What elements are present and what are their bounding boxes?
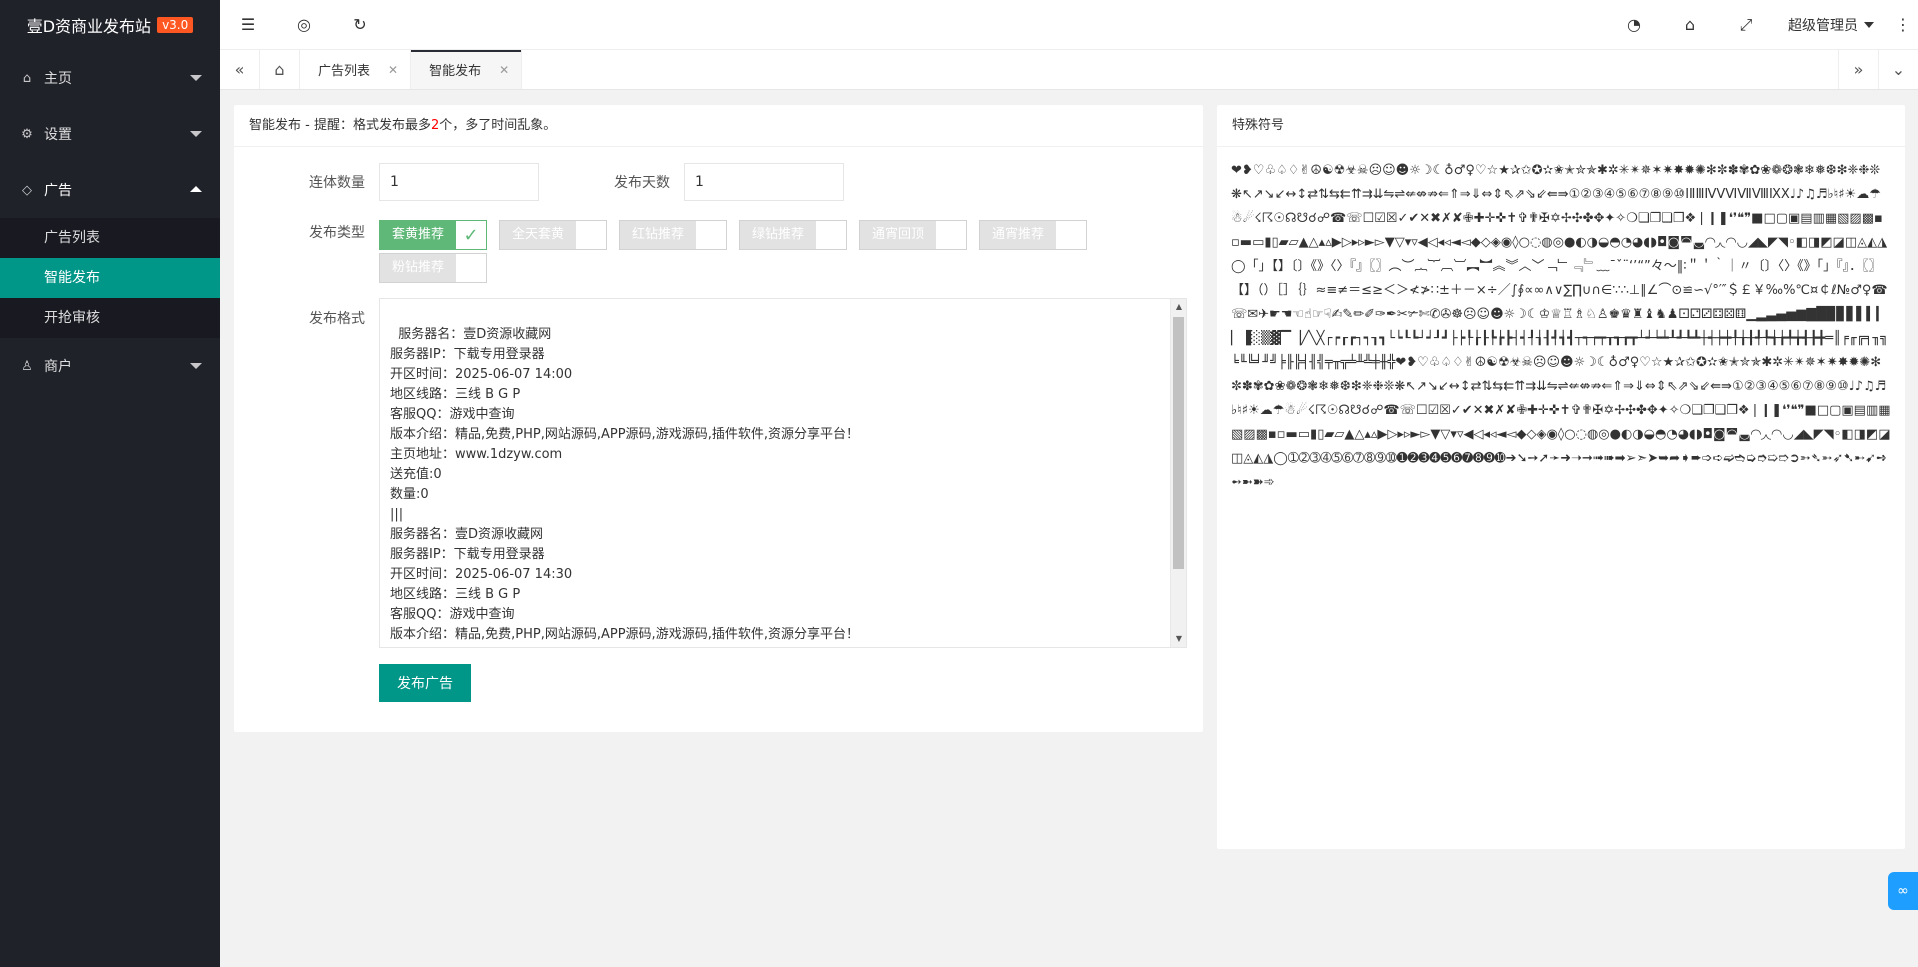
sidebar-item-home[interactable]: ⌂ 主页: [0, 50, 220, 106]
format-label: 发布格式: [309, 311, 365, 327]
switch-label: 粉钻推荐: [380, 254, 456, 282]
scrollbar-thumb[interactable]: [1173, 317, 1184, 569]
symbols-card: 特殊符号 ❤❥♡♧♤♢✌☮☯☢☣☠☹☺☻☼☽☾♁♂♀♡☆★✰✩✪✫✬✭✮✯✱✲✳…: [1217, 105, 1905, 849]
days-label: 发布天数: [614, 175, 670, 191]
user-name: 超级管理员: [1788, 17, 1858, 34]
title-suffix: 个，多了时间乱象。: [439, 118, 557, 133]
sidebar-item-label: 主页: [44, 71, 72, 87]
sidebar-item-settings[interactable]: ⚙ 设置: [0, 106, 220, 162]
tabs-dropdown-icon[interactable]: ⌄: [1878, 50, 1918, 89]
globe-icon[interactable]: ◎: [276, 0, 332, 50]
menu-toggle-icon[interactable]: ☰: [220, 0, 276, 50]
tabs-scroll-left-icon[interactable]: «: [220, 50, 260, 89]
tab-label: 智能发布: [429, 64, 482, 79]
tab-label: 广告列表: [318, 64, 371, 79]
chevron-down-icon: [190, 131, 202, 137]
switch-type-6[interactable]: 粉钻推荐: [379, 253, 487, 283]
switch-label: 通宵回顶: [860, 221, 936, 249]
theme-icon[interactable]: ◔: [1606, 0, 1662, 50]
caret-down-icon: [1864, 21, 1874, 28]
tag-icon[interactable]: ⌂: [1662, 0, 1718, 50]
symbols-title: 特殊符号: [1217, 105, 1905, 147]
close-icon[interactable]: ✕: [388, 63, 398, 77]
home-icon: ⌂: [22, 70, 32, 86]
scroll-up-icon[interactable]: ▲: [1171, 299, 1186, 315]
format-textarea[interactable]: 服务器名：壹D资源收藏网 服务器IP：下载专用登录器 开区时间：2025-06-…: [379, 298, 1187, 648]
count-row: 连体数量 1: [275, 163, 539, 201]
sidebar-item-merchant[interactable]: ♙ 商户: [0, 338, 220, 394]
switch-type-5[interactable]: 通宵推荐: [979, 220, 1087, 250]
switch-type-4[interactable]: 通宵回顶: [859, 220, 967, 250]
format-row: 发布格式: [275, 308, 365, 328]
switch-label: 绿钻推荐: [740, 221, 816, 249]
sidebar-item-label: 广告: [44, 183, 72, 199]
sidebar: 壹D资商业发布站 v3.0 ⌂ 主页 ⚙ 设置 ◇ 广告 广告列表 智能发布 开…: [0, 0, 220, 967]
logo-text: 壹D资商业发布站: [26, 17, 152, 36]
close-icon[interactable]: ✕: [499, 63, 509, 77]
top-header: ☰ ◎ ↻ ◔ ⌂ ⤢ 超级管理员 ⋮: [220, 0, 1918, 50]
tab-smart-publish[interactable]: 智能发布 ✕: [411, 50, 523, 89]
scroll-down-icon[interactable]: ▼: [1171, 631, 1186, 647]
switch-label: 套黄推荐: [380, 221, 456, 249]
format-text: 服务器名：壹D资源收藏网 服务器IP：下载专用登录器 开区时间：2025-06-…: [390, 327, 859, 642]
switch-label: 红钻推荐: [620, 221, 696, 249]
tabs-scroll-right-icon[interactable]: »: [1838, 50, 1878, 89]
sidebar-subitem-ad-list[interactable]: 广告列表: [0, 218, 220, 258]
count-label: 连体数量: [309, 175, 365, 191]
diamond-icon: ◇: [22, 182, 32, 198]
sidebar-item-ads[interactable]: ◇ 广告: [0, 162, 220, 218]
days-row: 发布天数 1: [580, 163, 844, 201]
symbols-list[interactable]: ❤❥♡♧♤♢✌☮☯☢☣☠☹☺☻☼☽☾♁♂♀♡☆★✰✩✪✫✬✭✮✯✱✲✳✴✵✶✷✸…: [1217, 147, 1905, 507]
switch-label: 全天套黄: [500, 221, 576, 249]
form-card-title: 智能发布 - 提醒：格式发布最多2个，多了时间乱象。: [234, 105, 1203, 147]
chevron-up-icon: [190, 186, 202, 192]
sidebar-item-label: 设置: [44, 127, 72, 143]
check-icon: ✓: [463, 224, 479, 246]
gear-icon: ⚙: [21, 126, 33, 142]
logo[interactable]: 壹D资商业发布站 v3.0: [0, 0, 220, 50]
ads-submenu: 广告列表 智能发布 开抢审核: [0, 218, 220, 338]
switch-type-0[interactable]: 套黄推荐 ✓: [379, 220, 487, 250]
type-row: 发布类型: [275, 222, 365, 242]
user-icon: ♙: [21, 358, 33, 374]
user-menu[interactable]: 超级管理员: [1774, 15, 1888, 35]
textarea-scrollbar[interactable]: ▲ ▼: [1170, 299, 1186, 647]
count-input[interactable]: 1: [379, 163, 539, 201]
tab-home-icon[interactable]: ⌂: [260, 50, 300, 89]
days-input[interactable]: 1: [684, 163, 844, 201]
tab-ad-list[interactable]: 广告列表 ✕: [300, 50, 412, 89]
tabs-bar: « ⌂ 广告列表 ✕ 智能发布 ✕ » ⌄: [220, 50, 1918, 90]
type-label: 发布类型: [309, 225, 365, 241]
version-badge: v3.0: [157, 17, 194, 33]
chevron-down-icon: [190, 75, 202, 81]
float-link-icon[interactable]: ∞: [1888, 872, 1918, 910]
sidebar-subitem-smart-publish[interactable]: 智能发布: [0, 258, 220, 298]
switch-type-2[interactable]: 红钻推荐: [619, 220, 727, 250]
title-number: 2: [430, 118, 440, 133]
more-icon[interactable]: ⋮: [1888, 0, 1918, 50]
switch-type-1[interactable]: 全天套黄: [499, 220, 607, 250]
switch-type-3[interactable]: 绿钻推荐: [739, 220, 847, 250]
sidebar-item-label: 商户: [44, 359, 72, 375]
publish-button[interactable]: 发布广告: [379, 664, 471, 702]
sidebar-subitem-review[interactable]: 开抢审核: [0, 298, 220, 338]
chevron-down-icon: [190, 363, 202, 369]
switch-label: 通宵推荐: [980, 221, 1056, 249]
refresh-icon[interactable]: ↻: [332, 0, 388, 50]
title-prefix: 智能发布 - 提醒：格式发布最多: [249, 118, 431, 133]
fullscreen-icon[interactable]: ⤢: [1718, 0, 1774, 50]
